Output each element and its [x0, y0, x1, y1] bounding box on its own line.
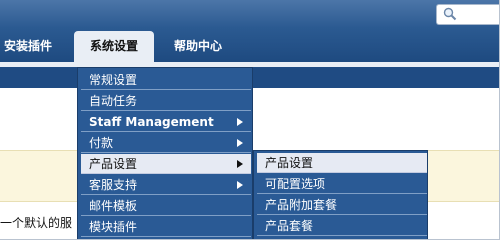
submenu-item-label: 产品套餐	[265, 219, 314, 233]
menu-item-product-settings[interactable]: 产品设置	[81, 154, 251, 174]
menu-item-label: 自动任务	[89, 94, 138, 108]
menu-item-label: 付款	[89, 136, 114, 150]
nav-tab-help[interactable]: 帮助中心	[156, 31, 240, 62]
search-input[interactable]	[436, 4, 499, 25]
menu-item-label: 常规设置	[89, 73, 138, 87]
submenu-item-label: 产品附加套餐	[265, 198, 338, 212]
menu-item-general-settings[interactable]: 常规设置	[81, 70, 251, 90]
menu-item-email-templates[interactable]: 邮件模板	[81, 196, 251, 216]
menu-item-staff-management[interactable]: Staff Management	[81, 112, 251, 132]
menu-item-label: 客服支持	[89, 178, 138, 192]
menu-item-payments[interactable]: 付款	[81, 133, 251, 153]
submenu-item-label: 产品设置	[265, 156, 314, 170]
submenu-arrow-icon	[237, 139, 243, 147]
menu-item-label: 邮件模板	[89, 199, 138, 213]
submenu-item-product-bundles[interactable]: 产品套餐	[257, 216, 427, 236]
menu-item-automation[interactable]: 自动任务	[81, 91, 251, 111]
submenu-arrow-icon	[237, 118, 243, 126]
submenu-arrow-icon	[237, 160, 243, 168]
nav-tab-addons[interactable]: 安装插件	[0, 31, 60, 62]
header-bar: 安装插件 系统设置 帮助中心	[0, 0, 499, 62]
menu-item-label: 模块插件	[89, 220, 138, 234]
submenu-item-label: 可配置选项	[265, 177, 326, 191]
menu-item-support[interactable]: 客服支持	[81, 175, 251, 195]
menu-item-modules[interactable]: 模块插件	[81, 217, 251, 237]
menu-item-label: Staff Management	[89, 115, 214, 129]
content-text: 一个默认的服	[0, 216, 73, 230]
menu-item-label: 产品设置	[89, 157, 138, 171]
submenu-item-product-settings[interactable]: 产品设置	[257, 153, 427, 173]
app-frame: 安装插件 系统设置 帮助中心 一个默认的服 常规设置 自动任务 Staff Ma…	[0, 0, 500, 240]
submenu-arrow-icon	[237, 181, 243, 189]
product-settings-submenu: 产品设置 可配置选项 产品附加套餐 产品套餐	[253, 150, 428, 239]
submenu-item-product-addons[interactable]: 产品附加套餐	[257, 195, 427, 215]
submenu-item-configurable-options[interactable]: 可配置选项	[257, 174, 427, 194]
magnifier-icon[interactable]	[443, 7, 457, 21]
nav-tab-setup[interactable]: 系统设置	[74, 31, 154, 62]
setup-dropdown-menu: 常规设置 自动任务 Staff Management 付款 产品设置 客服支持 …	[77, 67, 253, 239]
